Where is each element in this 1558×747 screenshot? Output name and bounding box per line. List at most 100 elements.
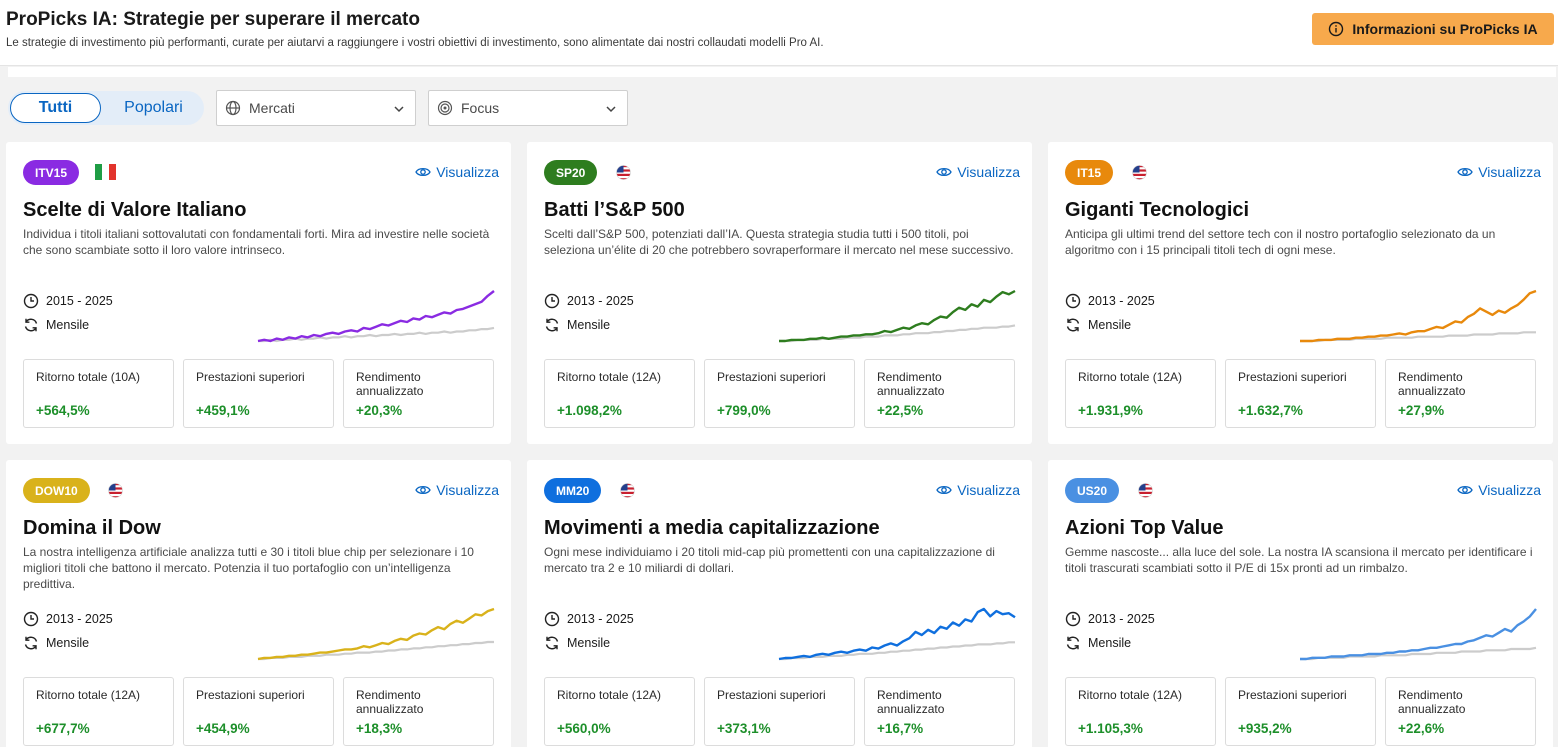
- us-flag-icon: [1132, 165, 1147, 180]
- stat-value: +1.931,9%: [1078, 403, 1143, 418]
- frequency-text: Mensile: [46, 636, 90, 650]
- frequency-info: Mensile: [544, 635, 610, 651]
- clock-icon: [1065, 293, 1081, 309]
- stat-label: Ritorno totale (12A): [557, 370, 662, 384]
- tab-popular[interactable]: Popolari: [103, 93, 204, 123]
- refresh-icon: [1066, 318, 1080, 332]
- stat-label: Rendimento annualizzato: [356, 370, 424, 398]
- frequency-text: Mensile: [567, 318, 611, 332]
- globe-icon: [225, 100, 241, 116]
- strategy-card[interactable]: IT15 Visualizza Giganti Tecnologici Anti…: [1048, 142, 1553, 444]
- stat-box: Prestazioni superiori +373,1%: [704, 677, 855, 746]
- period-info: 2013 - 2025: [1065, 293, 1155, 309]
- markets-dropdown[interactable]: Mercati: [216, 90, 416, 126]
- eye-icon: [1457, 485, 1473, 495]
- view-link[interactable]: Visualizza: [936, 164, 1020, 180]
- stat-box: Ritorno totale (12A) +1.098,2%: [544, 359, 695, 428]
- view-link[interactable]: Visualizza: [1457, 164, 1541, 180]
- markets-dropdown-label: Mercati: [249, 100, 295, 116]
- frequency-text: Mensile: [1088, 318, 1132, 332]
- view-link[interactable]: Visualizza: [1457, 482, 1541, 498]
- performance-sparkline: [778, 607, 1016, 661]
- strategy-description: La nostra intelligenza artificiale anali…: [23, 545, 474, 591]
- strategy-title: Giganti Tecnologici: [1065, 199, 1250, 221]
- frequency-info: Mensile: [1065, 635, 1131, 651]
- eye-icon: [1457, 167, 1473, 177]
- focus-dropdown-label: Focus: [461, 100, 500, 116]
- stat-label: Prestazioni superiori: [717, 370, 826, 384]
- stat-label: Rendimento annualizzato: [356, 688, 424, 716]
- page-title: ProPicks IA: Strategie per superare il m…: [6, 9, 420, 30]
- info-propicks-button[interactable]: Informazioni su ProPicks IA: [1312, 13, 1554, 45]
- strategy-badge: IT15: [1065, 160, 1114, 185]
- refresh-icon: [24, 318, 38, 332]
- view-link-label: Visualizza: [1478, 164, 1541, 180]
- frequency-info: Mensile: [23, 317, 89, 333]
- refresh-icon: [1066, 636, 1080, 650]
- stat-value: +799,0%: [717, 403, 771, 418]
- view-link-label: Visualizza: [957, 482, 1020, 498]
- strategy-card[interactable]: DOW10 Visualizza Domina il Dow La nostra…: [6, 460, 511, 747]
- view-link-label: Visualizza: [1478, 482, 1541, 498]
- us-flag-icon: [620, 483, 635, 498]
- stat-label: Prestazioni superiori: [1238, 688, 1347, 702]
- stat-box: Prestazioni superiori +799,0%: [704, 359, 855, 428]
- refresh-icon: [24, 636, 38, 650]
- period-text: 2013 - 2025: [567, 612, 634, 626]
- view-link-label: Visualizza: [436, 164, 499, 180]
- strategy-title: Scelte di Valore Italiano: [23, 199, 247, 221]
- eye-icon: [936, 167, 952, 177]
- period-text: 2013 - 2025: [46, 612, 113, 626]
- stat-value: +935,2%: [1238, 721, 1292, 736]
- stat-value: +677,7%: [36, 721, 90, 736]
- frequency-info: Mensile: [1065, 317, 1131, 333]
- focus-dropdown[interactable]: Focus: [428, 90, 628, 126]
- strategy-description: Scelti dall’S&P 500, potenziati dall’IA.…: [544, 227, 1014, 257]
- strategy-badge: MM20: [544, 478, 602, 503]
- clock-icon: [544, 293, 560, 309]
- refresh-icon: [545, 636, 559, 650]
- view-link[interactable]: Visualizza: [415, 482, 499, 498]
- clock-icon: [1065, 611, 1081, 627]
- performance-sparkline: [257, 607, 495, 661]
- clock-icon: [544, 611, 560, 627]
- frequency-info: Mensile: [23, 635, 89, 651]
- stat-box: Rendimento annualizzato +27,9%: [1385, 359, 1536, 428]
- stat-box: Rendimento annualizzato +16,7%: [864, 677, 1015, 746]
- strategy-card[interactable]: US20 Visualizza Azioni Top Value Gemme n…: [1048, 460, 1553, 747]
- view-link[interactable]: Visualizza: [415, 164, 499, 180]
- stat-value: +373,1%: [717, 721, 771, 736]
- stat-box: Rendimento annualizzato +20,3%: [343, 359, 494, 428]
- stat-label: Ritorno totale (12A): [557, 688, 662, 702]
- strategy-description: Anticipa gli ultimi trend del settore te…: [1065, 227, 1496, 257]
- us-flag-icon: [616, 165, 631, 180]
- stat-box: Rendimento annualizzato +22,6%: [1385, 677, 1536, 746]
- frequency-info: Mensile: [544, 317, 610, 333]
- stat-box: Prestazioni superiori +459,1%: [183, 359, 334, 428]
- eye-icon: [415, 485, 431, 495]
- strategy-badge: US20: [1065, 478, 1120, 503]
- page-subtitle: Le strategie di investimento più perform…: [6, 37, 824, 49]
- strategy-card[interactable]: SP20 Visualizza Batti l’S&P 500 Scelti d…: [527, 142, 1032, 444]
- strategy-card[interactable]: ITV15 Visualizza Scelte di Valore Italia…: [6, 142, 511, 444]
- stat-box: Prestazioni superiori +1.632,7%: [1225, 359, 1376, 428]
- stat-label: Prestazioni superiori: [1238, 370, 1347, 384]
- stat-box: Ritorno totale (12A) +1.931,9%: [1065, 359, 1216, 428]
- stat-value: +20,3%: [356, 403, 403, 418]
- tab-all[interactable]: Tutti: [10, 93, 101, 123]
- frequency-text: Mensile: [46, 318, 90, 332]
- us-flag-icon: [108, 483, 123, 498]
- view-link[interactable]: Visualizza: [936, 482, 1020, 498]
- italy-flag-icon: [95, 164, 116, 180]
- stat-value: +1.632,7%: [1238, 403, 1303, 418]
- stat-box: Ritorno totale (12A) +1.105,3%: [1065, 677, 1216, 746]
- strategy-badge: DOW10: [23, 478, 90, 503]
- period-info: 2013 - 2025: [1065, 611, 1155, 627]
- period-text: 2015 - 2025: [46, 294, 113, 308]
- stat-value: +16,7%: [877, 721, 924, 736]
- strategy-line: [1300, 608, 1537, 661]
- stat-label: Prestazioni superiori: [196, 688, 305, 702]
- stat-label: Rendimento annualizzato: [877, 370, 945, 398]
- strategy-card[interactable]: MM20 Visualizza Movimenti a media capita…: [527, 460, 1032, 747]
- info-button-label: Informazioni su ProPicks IA: [1352, 21, 1538, 37]
